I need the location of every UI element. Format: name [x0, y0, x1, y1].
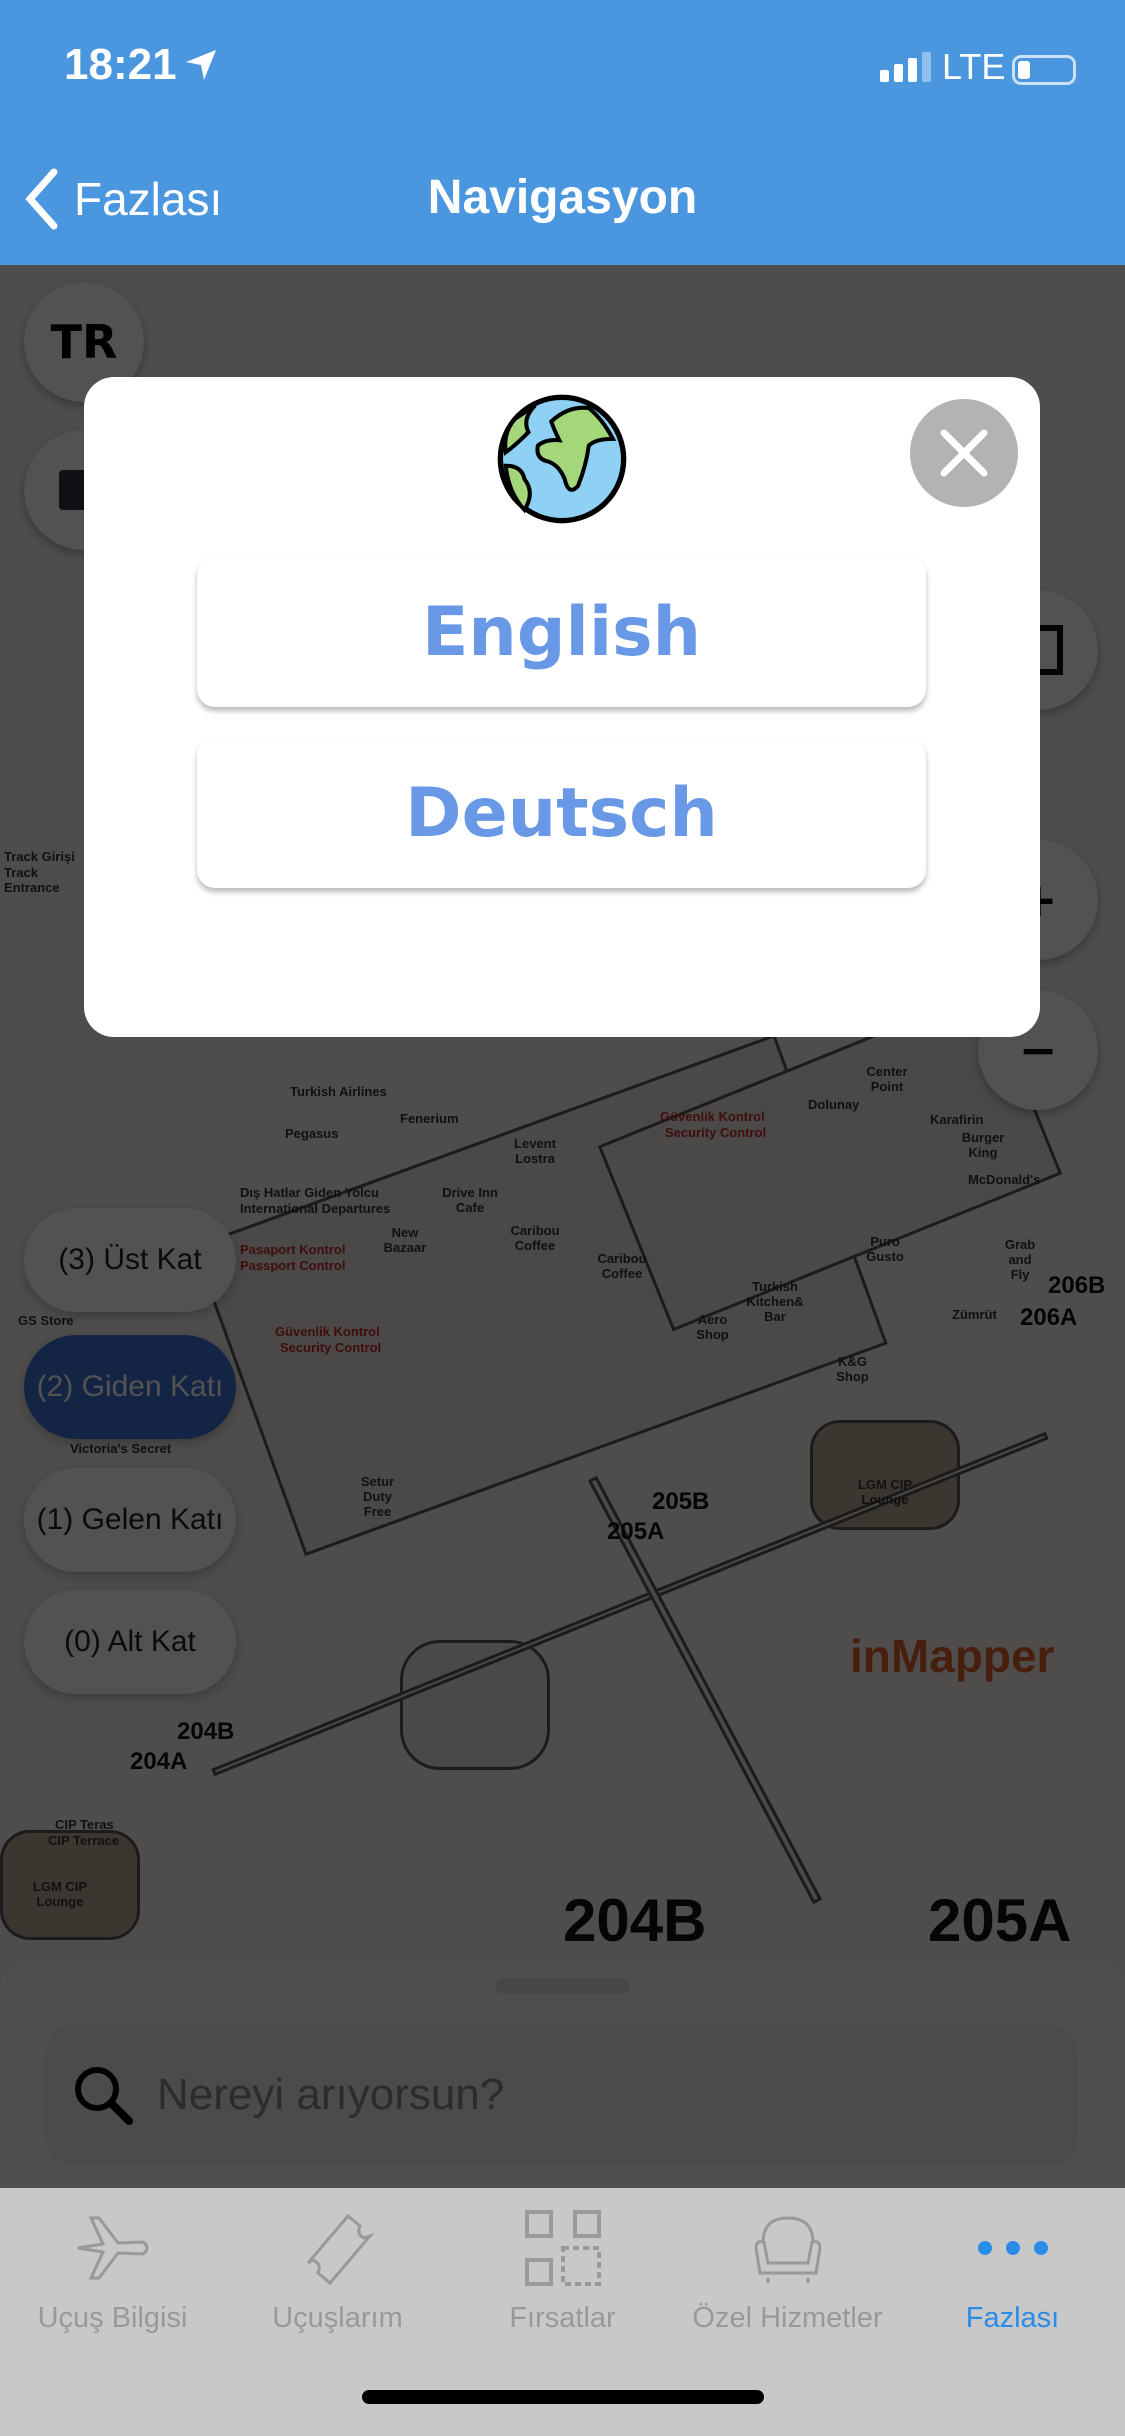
- map-label: 204B: [177, 1718, 235, 1745]
- map-label: Turkish Kitchen& Bar: [746, 1279, 804, 1324]
- bottom-sheet: Nereyi arıyorsun?: [0, 1960, 1125, 2188]
- tab-ucuslarim[interactable]: Uçuşlarım: [225, 2208, 450, 2335]
- map-label: 206A: [1020, 1304, 1078, 1331]
- language-option-english[interactable]: English: [197, 557, 926, 707]
- map-label: Güvenlik Kontrol: [275, 1324, 380, 1339]
- floor-3-button[interactable]: (3) Üst Kat: [24, 1208, 236, 1312]
- map-label: Karafirin: [930, 1112, 984, 1127]
- map-label: CIP Terrace: [48, 1833, 120, 1848]
- floor-label: (0) Alt Kat: [64, 1625, 196, 1658]
- floor-1-button[interactable]: (1) Gelen Katı: [24, 1468, 236, 1572]
- language-label: Deutsch: [405, 773, 718, 853]
- map-label: Puro Gusto: [866, 1234, 904, 1264]
- indoor-map[interactable]: Track Girişi Track Entrance Turkish Airl…: [0, 0, 1125, 2188]
- armchair-icon: [753, 2216, 822, 2283]
- map-label: 205A: [928, 1887, 1072, 1954]
- tab-label: Özel Hizmetler: [692, 2302, 883, 2334]
- map-label: Track Entrance: [4, 865, 60, 895]
- battery-icon: [1012, 55, 1076, 85]
- more-dots-icon: [977, 2241, 1048, 2255]
- map-label: LGM CIP Lounge: [32, 1879, 88, 1909]
- map-label: Security Control: [665, 1125, 767, 1140]
- inmapper-watermark: inMapper: [850, 1630, 1055, 1682]
- map-label: Turkish Airlines: [290, 1084, 387, 1099]
- map-label: Grab and Fly: [1004, 1237, 1036, 1282]
- map-label: Levent Lostra: [514, 1136, 556, 1166]
- floor-label: (1) Gelen Katı: [36, 1503, 224, 1536]
- map-label: Dolunay: [808, 1097, 860, 1112]
- map-label: Güvenlik Kontrol: [660, 1109, 765, 1124]
- floor-label: (3) Üst Kat: [58, 1243, 202, 1276]
- map-label: Burger King: [961, 1130, 1005, 1160]
- map-label: Security Control: [280, 1340, 382, 1355]
- tab-ozel-hizmetler[interactable]: Özel Hizmetler: [675, 2208, 900, 2335]
- airplane-icon: [77, 2216, 148, 2280]
- map-label: Drive Inn Cafe: [442, 1185, 498, 1215]
- map-label: Setur Duty Free: [360, 1474, 395, 1519]
- map-label: Pegasus: [285, 1126, 339, 1141]
- map-label: Victoria's Secret: [70, 1441, 172, 1456]
- close-button[interactable]: [910, 399, 1018, 507]
- map-label: Caribou Coffee: [510, 1223, 560, 1253]
- tab-label: Fırsatlar: [509, 2302, 616, 2334]
- map-label: Caribou Coffee: [597, 1251, 647, 1281]
- map-label: New Bazaar: [383, 1225, 427, 1255]
- map-label: K&G Shop: [836, 1354, 869, 1384]
- signal-icon: [880, 52, 931, 82]
- home-indicator[interactable]: [362, 2390, 764, 2404]
- tab-label: Uçuş Bilgisi: [37, 2302, 188, 2334]
- map-label: Center Point: [866, 1064, 908, 1094]
- tab-label: Uçuşlarım: [272, 2302, 403, 2334]
- search-input[interactable]: Nereyi arıyorsun?: [45, 2025, 1078, 2165]
- sheet-handle[interactable]: [495, 1978, 630, 1994]
- map-label: 206B: [1048, 1272, 1106, 1299]
- map-label: Fenerium: [400, 1111, 459, 1126]
- map-label: GS Store: [18, 1313, 74, 1328]
- map-label: Dış Hatlar Giden Yolcu: [240, 1185, 379, 1200]
- status-time: 18:21: [64, 40, 177, 89]
- map-label: International Departures: [240, 1201, 391, 1216]
- map-label: McDonald's: [968, 1172, 1041, 1187]
- floor-label: (2) Giden Katı: [36, 1370, 224, 1403]
- floor-0-button[interactable]: (0) Alt Kat: [24, 1590, 236, 1694]
- language-option-deutsch[interactable]: Deutsch: [197, 738, 926, 888]
- map-label: LGM CIP Lounge: [857, 1477, 913, 1507]
- network-type: LTE: [942, 46, 1006, 87]
- map-label: 204B: [563, 1887, 707, 1954]
- map-label: Passport Control: [240, 1258, 346, 1273]
- language-badge: TR: [50, 315, 118, 369]
- search-placeholder: Nereyi arıyorsun?: [157, 2070, 505, 2119]
- map-label: Aero Shop: [696, 1312, 729, 1342]
- tab-firsatlar[interactable]: Fırsatlar: [450, 2208, 675, 2335]
- globe-icon: [497, 394, 627, 524]
- map-label: Zümrüt: [952, 1307, 997, 1322]
- page-title: Navigasyon: [427, 171, 698, 224]
- modal-backdrop[interactable]: Track Girişi Track Entrance Turkish Airl…: [0, 0, 1125, 2188]
- header: 18:21 LTE Fazlası Navigasyon: [0, 0, 1125, 265]
- language-label: English: [421, 592, 702, 672]
- language-modal: English Deutsch: [84, 377, 1040, 1037]
- map-label: 204A: [130, 1748, 188, 1775]
- map-label: Pasaport Kontrol: [240, 1242, 346, 1257]
- map-label: 205B: [652, 1488, 710, 1515]
- close-icon: [940, 429, 988, 477]
- location-arrow-icon: [186, 50, 216, 80]
- map-label: Track Girişi: [4, 849, 75, 864]
- map-area: [400, 1640, 550, 1770]
- tab-fazlasi[interactable]: Fazlası: [900, 2208, 1125, 2335]
- qr-code-icon: [524, 2210, 601, 2286]
- map-label: 205A: [607, 1518, 665, 1545]
- tab-ucus-bilgisi[interactable]: Uçuş Bilgisi: [0, 2208, 225, 2335]
- floor-2-button[interactable]: (2) Giden Katı: [24, 1335, 236, 1439]
- map-label: CIP Teras: [55, 1817, 114, 1832]
- search-icon: [75, 2067, 133, 2125]
- tab-label: Fazlası: [965, 2302, 1060, 2334]
- ticket-icon: [306, 2213, 375, 2286]
